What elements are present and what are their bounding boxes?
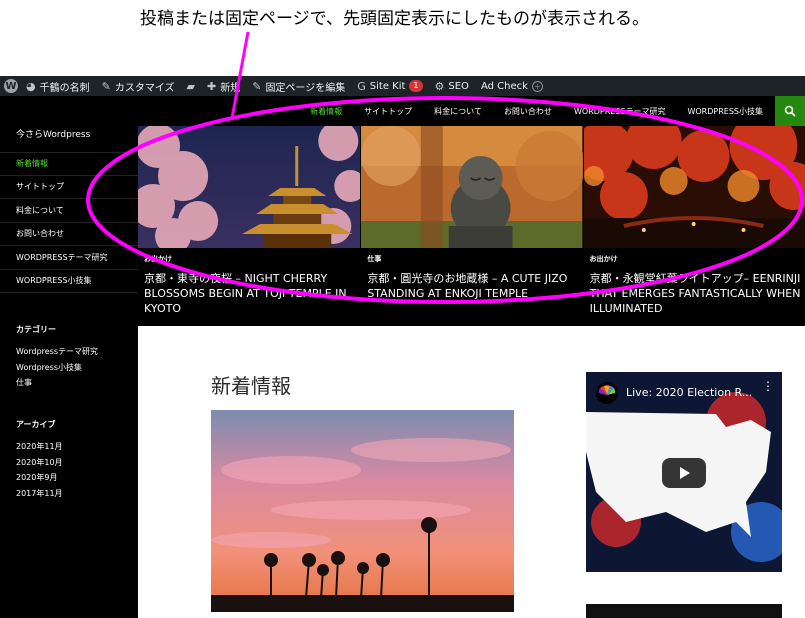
post-image-sunset[interactable] [211, 410, 514, 612]
wordpress-logo-icon[interactable]: W [4, 79, 18, 93]
archive-link[interactable]: 2017年11月 [16, 486, 63, 502]
admin-ad-check[interactable]: Ad Check + [480, 80, 543, 92]
site-kit-badge: 1 [409, 80, 423, 92]
featured-post[interactable]: お出かけ 京都・永観堂紅葉ライトアップ– EENRINJI THAT EMERG… [582, 126, 805, 326]
archive-link[interactable]: 2020年10月 [16, 455, 63, 471]
nav-item-site-top[interactable]: サイトトップ [364, 106, 412, 117]
nav-item-pricing[interactable]: 料金について [434, 106, 482, 117]
admin-site-kit[interactable]: G Site Kit 1 [357, 79, 423, 93]
archives-title: アーカイブ [16, 420, 56, 429]
featured-content: お出かけ 京都・東寺の夜桜 – NIGHT CHERRY BLOSSOMS BE… [138, 126, 805, 326]
admin-edit-page-label: 固定ページを編集 [265, 82, 346, 94]
nav-item-contact[interactable]: お問い合わせ [504, 106, 552, 117]
featured-category[interactable]: お出かけ [590, 254, 618, 264]
dashboard-icon: ◕ [26, 79, 36, 93]
archive-link[interactable]: 2020年11月 [16, 439, 63, 455]
play-button[interactable] [662, 458, 706, 488]
admin-ad-check-label: Ad Check [480, 80, 528, 92]
featured-category[interactable]: 仕事 [367, 254, 381, 264]
category-link[interactable]: Wordpressテーマ研究 [16, 344, 98, 360]
video-embed-secondary[interactable] [586, 604, 782, 618]
sidebar-item-contact[interactable]: お問い合わせ [0, 223, 138, 246]
comment-icon: ▰ [186, 79, 195, 93]
featured-post[interactable]: 仕事 京都・圓光寺のお地蔵様 – A CUTE JIZO STANDING AT… [360, 126, 583, 326]
admin-customize[interactable]: ✎ カスタマイズ [102, 79, 175, 94]
category-link[interactable]: Wordpress小技集 [16, 360, 98, 376]
admin-new-label: 新規 [220, 82, 241, 94]
sidebar: 今さらWordpress 新着情報 サイトトップ 料金について お問い合わせ W… [0, 96, 138, 618]
featured-image-eikando[interactable] [583, 126, 805, 248]
admin-site-name-label: 千鶴の名刺 [39, 82, 90, 94]
admin-site-name[interactable]: ◕ 千鶴の名刺 [26, 79, 90, 94]
featured-post[interactable]: お出かけ 京都・東寺の夜桜 – NIGHT CHERRY BLOSSOMS BE… [138, 126, 361, 326]
brush-icon: ✎ [101, 79, 111, 93]
sidebar-item-tips[interactable]: WORDPRESS小技集 [0, 270, 138, 293]
featured-image-jizo[interactable] [361, 126, 583, 248]
admin-comments[interactable]: ▰ [187, 80, 195, 93]
admin-site-kit-label: Site Kit [369, 80, 406, 92]
category-link[interactable]: 仕事 [16, 375, 98, 391]
admin-bar: W ◕ 千鶴の名刺 ✎ カスタマイズ ▰ ✚ 新規 ✎ 固定ページを編集 G S… [0, 76, 805, 96]
admin-customize-label: カスタマイズ [114, 82, 175, 94]
google-g-icon: G [357, 79, 366, 93]
archive-link[interactable]: 2020年9月 [16, 470, 63, 486]
site-title[interactable]: 今さらWordpress [16, 127, 90, 140]
circle-plus-icon: + [531, 80, 543, 92]
admin-new[interactable]: ✚ 新規 [207, 79, 240, 94]
nav-item-theme-research[interactable]: WORDPRESSテーマ研究 [574, 106, 666, 117]
sidebar-nav: 新着情報 サイトトップ 料金について お問い合わせ WORDPRESSテーマ研究… [0, 152, 138, 293]
featured-title[interactable]: 京都・永観堂紅葉ライトアップ– EENRINJI THAT EMERGES FA… [590, 271, 802, 316]
featured-title[interactable]: 京都・東寺の夜桜 – NIGHT CHERRY BLOSSOMS BEGIN A… [144, 271, 356, 316]
featured-image-pagoda[interactable] [138, 126, 361, 248]
admin-seo[interactable]: ⚙ SEO [435, 80, 469, 93]
featured-title[interactable]: 京都・圓光寺のお地蔵様 – A CUTE JIZO STANDING AT EN… [367, 271, 579, 301]
plus-icon: ✚ [207, 79, 217, 93]
archives-list: 2020年11月 2020年10月 2020年9月 2017年11月 [16, 439, 63, 501]
search-button[interactable] [775, 96, 805, 126]
pencil-icon: ✎ [252, 79, 262, 93]
annotation-caption: 投稿または固定ページで、先頭固定表示にしたものが表示される。 [140, 9, 649, 29]
sidebar-item-news[interactable]: 新着情報 [0, 152, 138, 176]
categories-title: カテゴリー [16, 325, 56, 334]
page-title: 新着情報 [211, 374, 291, 398]
nbc-news-icon [596, 382, 618, 404]
sidebar-item-theme-research[interactable]: WORDPRESSテーマ研究 [0, 246, 138, 270]
featured-category[interactable]: お出かけ [144, 254, 172, 264]
gear-icon: ⚙ [434, 79, 445, 93]
video-title[interactable]: Live: 2020 Election R... [626, 386, 752, 399]
admin-edit-page[interactable]: ✎ 固定ページを編集 [252, 79, 345, 94]
sidebar-item-pricing[interactable]: 料金について [0, 199, 138, 223]
play-icon [680, 467, 690, 479]
top-nav: 新着情報 サイトトップ 料金について お問い合わせ WORDPRESSテーマ研究… [138, 96, 805, 126]
video-embed[interactable]: Live: 2020 Election R... ⋮ [586, 372, 782, 572]
search-icon [784, 105, 796, 117]
categories-list: Wordpressテーマ研究 Wordpress小技集 仕事 [16, 344, 98, 391]
more-options-icon[interactable]: ⋮ [762, 380, 774, 392]
sidebar-item-site-top[interactable]: サイトトップ [0, 176, 138, 199]
admin-seo-label: SEO [448, 80, 469, 92]
nav-item-news[interactable]: 新着情報 [310, 106, 342, 117]
nav-item-tips[interactable]: WORDPRESS小技集 [687, 106, 763, 117]
